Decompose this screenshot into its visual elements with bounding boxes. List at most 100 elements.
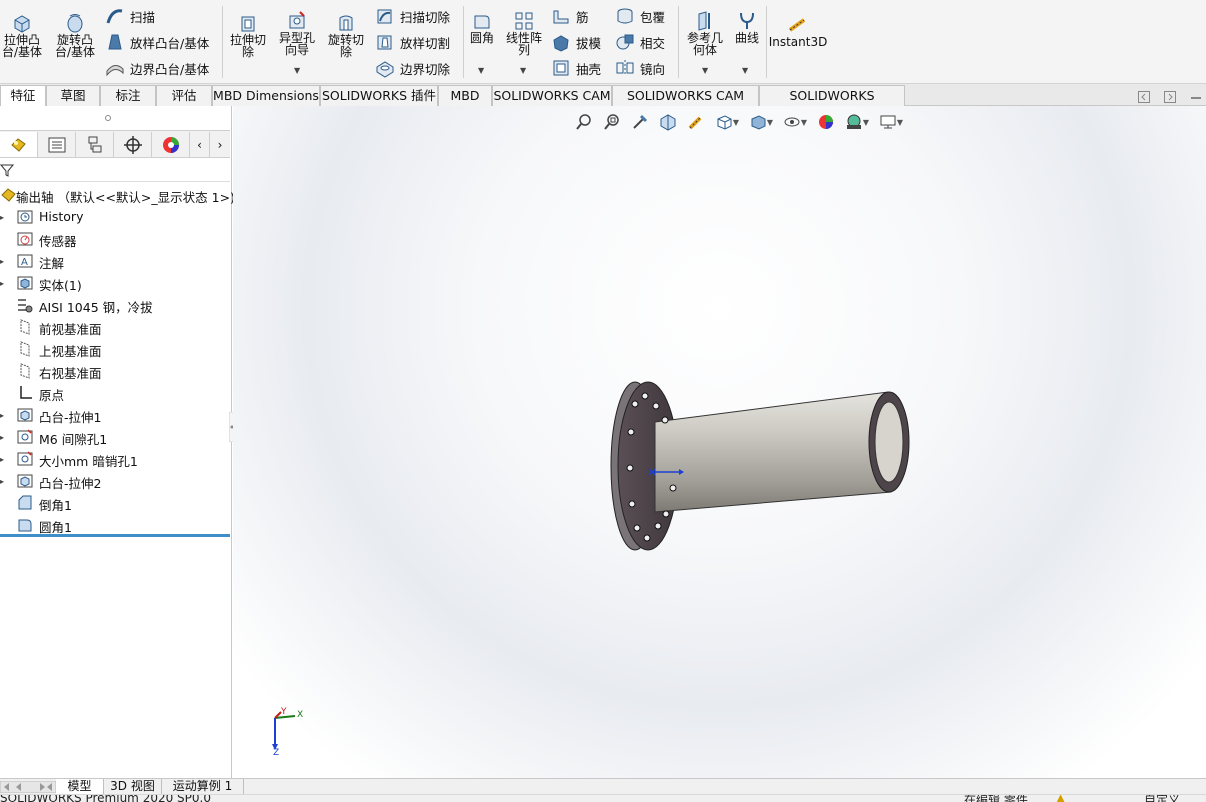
tab-model[interactable]: 模型 — [56, 779, 104, 795]
sweep-button[interactable]: 扫描 — [104, 5, 155, 27]
shell-button[interactable]: 抽壳 — [550, 57, 601, 79]
apply-scene-button[interactable]: ▼ — [843, 111, 871, 133]
reference-geometry-dropdown-icon[interactable]: ▼ — [702, 66, 708, 75]
expand-arrow-icon[interactable]: ▸ — [0, 213, 8, 222]
tab-scroll-right[interactable]: › — [210, 132, 230, 157]
panel-left-icon[interactable] — [1138, 91, 1150, 103]
panel-right-icon[interactable] — [1164, 91, 1176, 103]
tab-configuration-manager[interactable] — [76, 132, 114, 157]
splitter-grip-icon[interactable] — [105, 115, 111, 121]
extrude-cut-button[interactable]: 拉伸切 除 — [226, 12, 270, 58]
hole-wizard-button[interactable]: 异型孔 向导 — [274, 10, 320, 56]
fillet-label: 圆角 — [469, 31, 494, 45]
linear-pattern-icon — [515, 12, 533, 30]
boundary-boss-button[interactable]: 边界凸台/基体 — [104, 57, 209, 79]
tab-dimxpert-manager[interactable] — [114, 132, 152, 157]
lofted-cut-button[interactable]: 放样切割 — [374, 31, 450, 53]
expand-arrow-icon[interactable]: ▸ — [0, 279, 8, 288]
expand-arrow-icon[interactable]: ▸ — [0, 477, 8, 486]
fillet-dropdown-icon[interactable]: ▼ — [478, 66, 484, 75]
revolve-boss-button[interactable]: 旋转凸 台/基体 — [52, 12, 98, 58]
extrude-boss-button[interactable]: 拉伸凸 台/基体 — [0, 12, 44, 58]
fillet-button[interactable]: 圆角 — [466, 10, 498, 44]
ribbon-separator — [222, 6, 223, 78]
linear-pattern-dropdown-icon[interactable]: ▼ — [520, 66, 526, 75]
tab-3d-view[interactable]: 3D 视图 — [104, 779, 162, 795]
tab-sketch[interactable]: 草图 — [46, 85, 100, 106]
curves-dropdown-icon[interactable]: ▼ — [742, 66, 748, 75]
hide-show-items-button[interactable]: ▼ — [781, 111, 809, 133]
minimize-icon[interactable] — [1190, 96, 1202, 100]
tab-solidworks-cam[interactable]: SOLIDWORKS CAM — [492, 85, 612, 106]
tab-mbd[interactable]: MBD — [438, 85, 492, 106]
command-manager-ribbon: 拉伸凸 台/基体 旋转凸 台/基体 扫描 放样凸台/基体 边界凸台/基体 拉伸切… — [0, 0, 1206, 84]
filter-icon[interactable] — [0, 163, 14, 177]
tab-markup[interactable]: 标注 — [100, 85, 156, 106]
reference-geometry-button[interactable]: 参考几 何体 — [682, 10, 728, 56]
intersect-icon — [616, 34, 634, 50]
view-orientation-button[interactable]: ▼ — [713, 111, 741, 133]
tab-motion-study[interactable]: 运动算例 1 — [162, 779, 244, 795]
instant3d-button[interactable]: Instant3D — [769, 14, 827, 48]
edit-appearance-button[interactable] — [815, 111, 837, 133]
hole-wizard-label: 异型孔 向导 — [278, 31, 315, 57]
expand-arrow-icon[interactable]: ▸ — [0, 411, 8, 420]
zoom-to-fit-button[interactable] — [573, 111, 595, 133]
curves-button[interactable]: 曲线 — [732, 10, 762, 44]
rebuild-warning-icon[interactable]: ▲ — [1056, 795, 1065, 802]
loft-boss-icon — [108, 34, 122, 50]
graphics-area[interactable]: ▼ ▼ ▼ ▼ ▼ X Y Z — [233, 106, 1206, 778]
tab-feature-manager[interactable] — [0, 132, 38, 157]
tree-item-label: 前视基准面 — [39, 322, 102, 337]
draft-button[interactable]: 拔模 — [550, 31, 601, 53]
rib-button[interactable]: 筋 — [550, 5, 589, 27]
configuration-manager-icon — [88, 136, 101, 152]
swept-cut-button[interactable]: 扫描切除 — [374, 5, 450, 27]
tab-scroll-arrows-icon[interactable] — [0, 781, 56, 793]
tab-solidworks-inspection[interactable]: SOLIDWORKS Inspection — [759, 85, 905, 122]
scene-icon — [846, 114, 861, 129]
tab-features[interactable]: 特征 — [0, 85, 46, 107]
linear-pattern-label: 线性阵 列 — [505, 31, 542, 57]
tab-scroll-left[interactable]: ‹ — [190, 132, 210, 157]
tab-mbd-dimensions[interactable]: MBD Dimensions — [212, 85, 320, 106]
lofted-cut-icon — [377, 35, 392, 50]
expand-arrow-icon[interactable]: ▸ — [0, 257, 8, 266]
section-view-button[interactable] — [657, 111, 679, 133]
loft-boss-button[interactable]: 放样凸台/基体 — [104, 31, 209, 53]
tree-item-label: M6 间隙孔1 — [39, 432, 108, 447]
tab-property-manager[interactable] — [38, 132, 76, 157]
expand-arrow-icon[interactable]: ▸ — [0, 455, 8, 464]
chevron-left-icon: ‹ — [197, 137, 202, 152]
reference-geometry-icon — [698, 11, 710, 31]
tab-evaluate[interactable]: 评估 — [156, 85, 212, 106]
expand-arrow-icon[interactable]: ▸ — [0, 433, 8, 442]
revolve-cut-button[interactable]: 旋转切 除 — [324, 12, 368, 58]
view-settings-button[interactable]: ▼ — [877, 111, 905, 133]
intersect-button[interactable]: 相交 — [614, 31, 665, 53]
zoom-to-area-button[interactable] — [601, 111, 623, 133]
rib-label: 筋 — [576, 9, 589, 25]
display-style-button[interactable]: ▼ — [747, 111, 775, 133]
boundary-cut-button[interactable]: 边界切除 — [374, 57, 450, 79]
previous-view-button[interactable] — [629, 111, 651, 133]
hole-wizard-dropdown-icon[interactable]: ▼ — [294, 66, 300, 75]
chamfer-icon — [18, 495, 32, 510]
tab-display-manager[interactable] — [152, 132, 190, 157]
previous-view-icon — [633, 114, 648, 129]
dropdown-arrow-icon: ▼ — [732, 117, 740, 127]
linear-pattern-button[interactable]: 线性阵 列 — [502, 10, 546, 56]
tab-solidworks-addins[interactable]: SOLIDWORKS 插件 — [320, 85, 438, 106]
tree-filter-row[interactable] — [0, 158, 230, 182]
tab-solidworks-cam-tbm[interactable]: SOLIDWORKS CAM TBM — [612, 85, 759, 122]
rollback-bar[interactable] — [0, 534, 230, 537]
dynamic-annotation-button[interactable] — [685, 111, 707, 133]
shaft-part-model[interactable] — [603, 376, 923, 556]
lofted-cut-label: 放样切割 — [400, 35, 451, 51]
status-custom-units[interactable]: 自定义 — [1144, 795, 1180, 802]
wrap-button[interactable]: 包覆 — [614, 5, 665, 27]
hole-wizard-icon — [289, 11, 305, 29]
material-icon — [18, 299, 33, 313]
mirror-button[interactable]: 镜向 — [614, 57, 665, 79]
plane-icon — [20, 341, 30, 357]
